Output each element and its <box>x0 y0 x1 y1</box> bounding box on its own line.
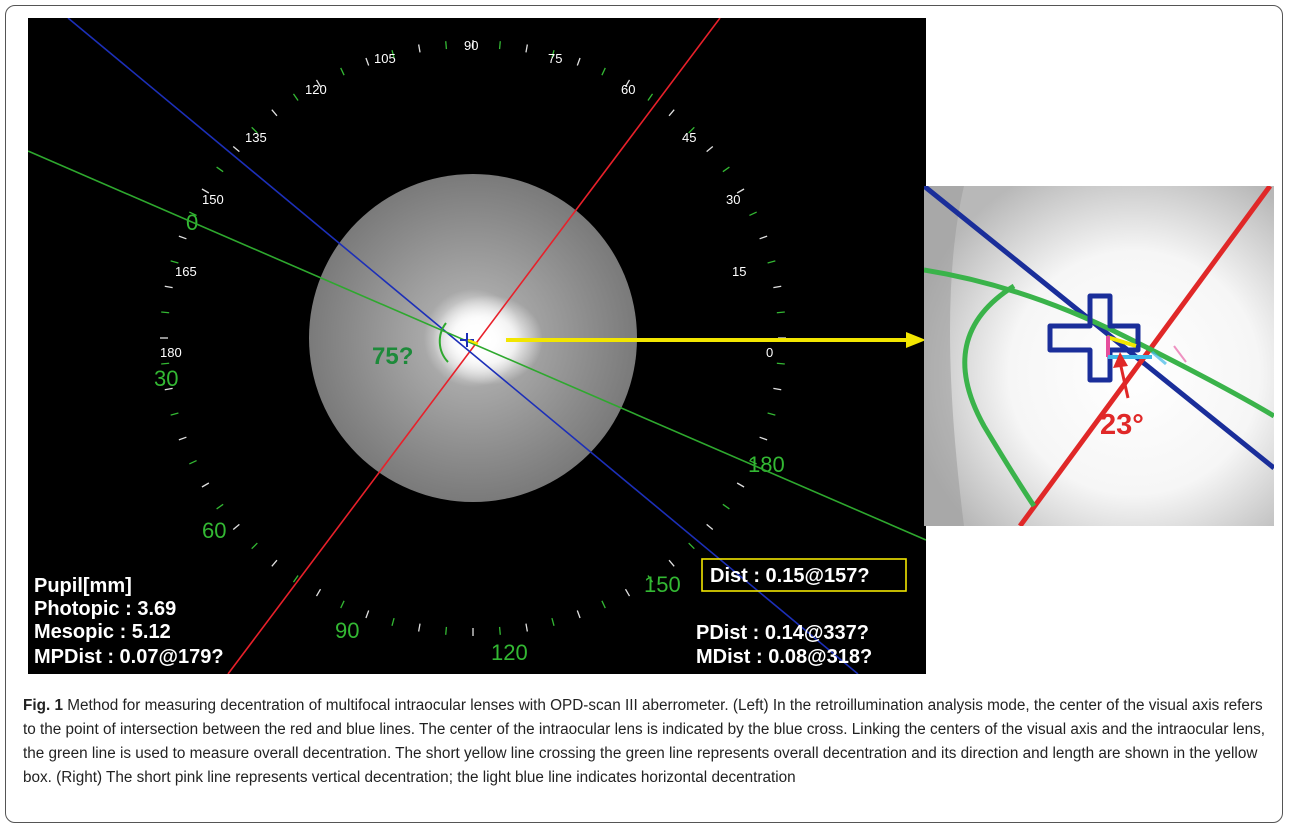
ring-tick <box>271 109 278 117</box>
retroillumination-image: 90 75 60 45 30 15 0 105 120 135 150 165 … <box>28 18 926 674</box>
ring-tick <box>525 623 528 632</box>
ring-tick <box>170 260 179 264</box>
ring-tick <box>624 588 631 597</box>
ring-tick <box>498 626 501 635</box>
zoom-canvas: 23° <box>924 186 1274 526</box>
ring-tick <box>767 260 776 264</box>
ring-tick <box>271 559 278 567</box>
angle-label-165: 165 <box>175 264 197 279</box>
ring-tick <box>767 412 776 416</box>
ring-tick <box>418 623 421 632</box>
ring-tick <box>722 503 730 510</box>
ring-tick <box>161 362 170 365</box>
figure-caption: Fig. 1 Method for measuring decentration… <box>23 694 1268 790</box>
ring-tick <box>551 617 555 627</box>
ring-tick <box>668 559 675 567</box>
ring-tick <box>164 285 173 289</box>
ring-tick <box>601 67 606 76</box>
ring-tick <box>216 166 224 173</box>
ring-tick <box>315 588 322 597</box>
green-label-120: 120 <box>491 640 528 665</box>
pupil-title: Pupil[mm] <box>34 575 132 597</box>
ring-tick <box>170 412 179 416</box>
ring-tick <box>232 523 240 531</box>
mesopic-value: Mesopic : 5.12 <box>34 621 171 643</box>
ring-tick <box>668 109 675 117</box>
ring-tick <box>161 311 170 314</box>
angle-label-120: 120 <box>305 82 327 97</box>
ring-tick <box>706 523 714 531</box>
ring-tick <box>232 145 240 153</box>
mpdist-value: MPDist : 0.07@179? <box>34 646 224 668</box>
angle-label-75: 75 <box>548 51 562 66</box>
green-label-60: 60 <box>202 518 226 543</box>
ring-tick <box>292 93 299 101</box>
ring-tick <box>722 166 730 173</box>
ring-tick <box>178 436 187 441</box>
angle-label-15: 15 <box>732 264 746 279</box>
ring-tick <box>776 362 785 365</box>
ring-tick <box>445 626 448 635</box>
ring-tick <box>647 93 654 101</box>
mdist-value: MDist : 0.08@318? <box>696 646 872 668</box>
ring-tick <box>576 610 581 619</box>
ring-tick <box>576 57 581 66</box>
ring-tick <box>759 235 768 240</box>
ring-tick <box>418 44 421 53</box>
green-label-150: 150 <box>644 572 681 597</box>
ring-tick <box>189 459 197 465</box>
zoom-background <box>924 186 1274 526</box>
photopic-value: Photopic : 3.69 <box>34 598 176 620</box>
zoomed-inset: 23° <box>924 186 1274 526</box>
ring-tick <box>525 44 528 53</box>
ring-tick <box>759 436 768 441</box>
ring-tick <box>773 285 782 289</box>
angle-label-0: 0 <box>766 345 773 360</box>
angle-label-60: 60 <box>621 82 635 97</box>
dist-value: Dist : 0.15@157? <box>710 565 870 587</box>
angle-label-135: 135 <box>245 130 267 145</box>
angle-readout: 75? <box>372 343 413 370</box>
arrowhead-icon <box>906 332 926 348</box>
angle-label-90: 90 <box>464 38 478 53</box>
ring-tick <box>340 600 345 609</box>
ring-tick <box>391 617 395 627</box>
zoom-angle-label: 23° <box>1100 409 1144 441</box>
ring-tick <box>445 41 448 50</box>
angle-label-45: 45 <box>682 130 696 145</box>
ring-tick <box>749 211 757 217</box>
ring-tick <box>776 311 785 314</box>
scan-canvas: 90 75 60 45 30 15 0 105 120 135 150 165 … <box>28 18 926 674</box>
ring-tick <box>601 600 606 609</box>
ring-tick <box>773 387 782 391</box>
ring-tick <box>688 542 695 550</box>
ring-tick <box>365 610 370 619</box>
ring-tick <box>706 145 714 153</box>
angle-label-150: 150 <box>202 192 224 207</box>
ring-tick <box>498 41 501 50</box>
ring-tick <box>340 67 345 76</box>
angle-label-180: 180 <box>160 345 182 360</box>
pdist-value: PDist : 0.14@337? <box>696 622 869 644</box>
ring-tick <box>178 235 187 240</box>
caption-text: Method for measuring decentration of mul… <box>23 697 1266 786</box>
ring-tick <box>736 482 745 488</box>
green-label-30: 30 <box>154 366 178 391</box>
angle-label-30: 30 <box>726 192 740 207</box>
ring-tick <box>216 503 224 510</box>
green-label-90: 90 <box>335 618 359 643</box>
ring-tick <box>365 57 370 66</box>
ring-tick <box>251 542 258 550</box>
angle-label-105: 105 <box>374 51 396 66</box>
ring-tick <box>201 482 210 488</box>
figure-label: Fig. 1 <box>23 697 63 714</box>
